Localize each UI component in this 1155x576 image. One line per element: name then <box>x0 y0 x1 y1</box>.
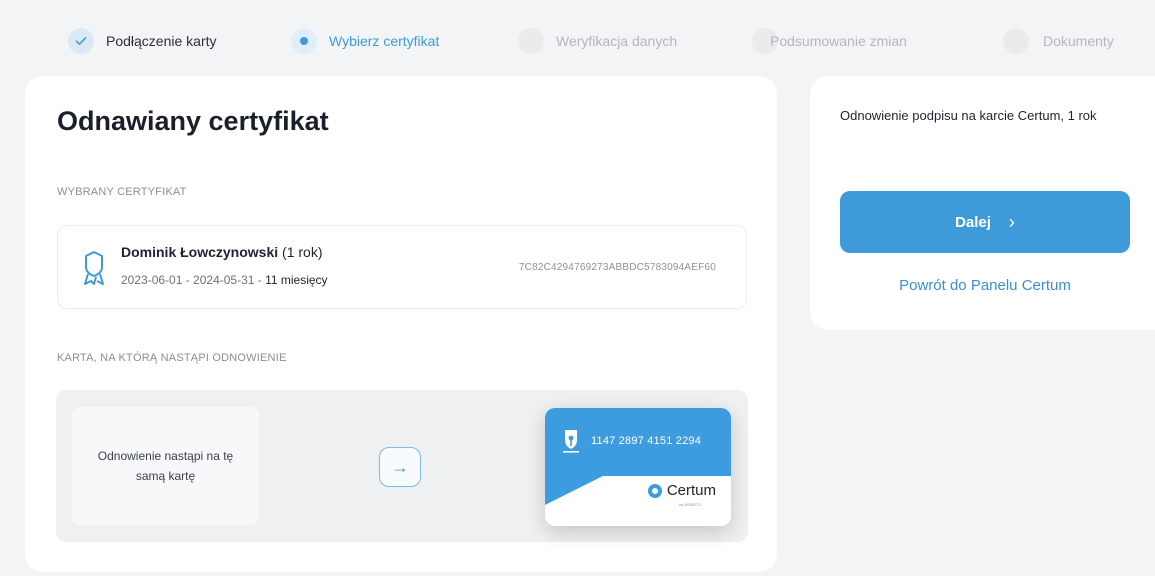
back-to-panel-link[interactable]: Powrót do Panelu Certum <box>840 277 1130 294</box>
certificate-serial: 7C82C4294769273ABBDC5783094AEF60 <box>518 262 716 273</box>
step-label: Podsumowanie zmian <box>770 33 907 49</box>
target-card-label: KARTA, NA KTÓRĄ NASTĄPI ODNOWIENIE <box>57 352 287 364</box>
certificate-badge-icon <box>82 250 106 286</box>
certificate-duration: (1 rok) <box>282 244 323 260</box>
certum-logo: Certum <box>647 482 716 499</box>
pen-nib-icon <box>561 428 581 454</box>
next-button-label: Dalej <box>955 213 991 231</box>
pending-step-icon <box>518 28 544 54</box>
selected-certificate-card: Dominik Łowczynowski (1 rok) 2023-06-01 … <box>57 225 747 309</box>
order-title: Odnowienie podpisu na karcie Certum, 1 r… <box>840 108 1097 123</box>
card-number: 1147 2897 4151 2294 <box>591 435 702 447</box>
step-data-verification: Weryfikacja danych <box>518 28 677 54</box>
renewed-certificate-panel: Odnawiany certyfikat WYBRANY CERTYFIKAT … <box>25 76 777 572</box>
certificate-dates: 2023-06-01 - 2024-05-31 - <box>121 273 266 287</box>
active-step-icon <box>291 28 317 54</box>
target-card-area: Odnowienie nastąpi na tę samą kartę → 11… <box>56 390 748 542</box>
certificate-owner: Dominik Łowczynowski (1 rok) <box>121 244 322 260</box>
certum-card-image: 1147 2897 4151 2294 Certum by ASSECO <box>545 408 731 526</box>
step-changes-summary: Podsumowanie zmian <box>752 28 907 54</box>
progress-stepper: Podłączenie karty Wybierz certyfikat Wer… <box>0 0 1155 80</box>
same-card-info: Odnowienie nastąpi na tę samą kartę <box>72 407 259 525</box>
step-card-connection[interactable]: Podłączenie karty <box>68 28 217 54</box>
step-documents: Dokumenty <box>1003 28 1114 54</box>
page-title: Odnawiany certyfikat <box>57 106 329 136</box>
step-label: Podłączenie karty <box>106 33 217 49</box>
chevron-right-icon: › <box>1008 211 1015 232</box>
certificate-validity: 2023-06-01 - 2024-05-31 - 11 miesięcy <box>121 273 328 287</box>
step-label: Wybierz certyfikat <box>329 33 440 49</box>
certum-brand-name: Certum <box>666 482 716 499</box>
step-label: Dokumenty <box>1043 33 1114 49</box>
order-summary-panel: Odnowienie podpisu na karcie Certum, 1 r… <box>810 76 1155 330</box>
step-choose-certificate[interactable]: Wybierz certyfikat <box>291 28 439 54</box>
step-label: Weryfikacja danych <box>556 33 678 49</box>
selected-certificate-label: WYBRANY CERTYFIKAT <box>57 186 187 198</box>
certificate-months: 11 miesięcy <box>265 273 328 287</box>
certificate-owner-name: Dominik Łowczynowski <box>121 244 279 260</box>
pending-step-icon <box>1003 28 1029 54</box>
next-button[interactable]: Dalej › <box>840 191 1130 253</box>
arrow-right-icon[interactable]: → <box>379 447 421 487</box>
same-card-text: Odnowienie nastąpi na tę samą kartę <box>97 449 234 483</box>
check-icon <box>68 28 94 54</box>
certum-brand-sub: by ASSECO <box>679 502 701 507</box>
certum-logo-icon <box>647 483 662 498</box>
